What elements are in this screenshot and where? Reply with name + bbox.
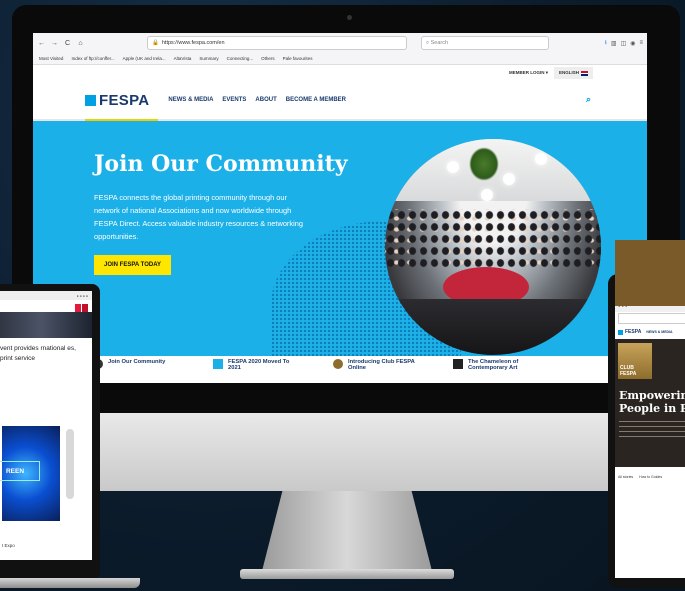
home-icon[interactable]: ⌂ <box>76 40 85 47</box>
laptop-promo-button[interactable]: REEN <box>0 461 40 481</box>
laptop-nav-pill[interactable] <box>82 304 88 312</box>
tablet-hero-text <box>619 421 685 441</box>
sidebar-icon[interactable]: ◫ <box>621 40 627 47</box>
bookmark-item[interactable]: Index of ftp://conffer... <box>71 56 114 61</box>
laptop-scrollbar[interactable] <box>66 429 74 499</box>
search-placeholder: Search <box>430 40 449 46</box>
menu-item-about[interactable]: ABOUT <box>255 97 276 103</box>
teaser-item[interactable]: Introducing Club FESPA Online <box>333 359 417 381</box>
address-bar[interactable]: 🔒 https://www.fespa.com/en <box>147 36 407 50</box>
tablet-address-bar[interactable] <box>618 313 685 324</box>
tablet-tab[interactable]: How to Guides <box>639 475 662 493</box>
forward-icon[interactable]: → <box>50 40 59 47</box>
reload-icon[interactable]: C <box>63 40 72 47</box>
bookmark-item[interactable]: Connecting... <box>227 56 254 61</box>
photo-lamp <box>535 153 547 165</box>
logo-square-icon <box>85 94 96 106</box>
bookmark-item[interactable]: Others <box>261 56 275 61</box>
imac-stand-base <box>240 569 454 579</box>
search-input[interactable]: ⌕ Search <box>421 36 549 50</box>
teaser-title: The Chameleon of Contemporary Art <box>468 359 519 371</box>
url-text: https://www.fespa.com/en <box>161 40 225 46</box>
bookmark-item[interactable]: AltaVista <box>174 56 192 61</box>
bookmark-item[interactable]: Pale favourites <box>283 56 313 61</box>
member-login-link[interactable]: MEMBER LOGIN ▾ <box>509 70 548 76</box>
teaser-thumb <box>213 359 223 369</box>
laptop-screen: ● ● ● ● vent provides rnational es, prin… <box>0 291 92 560</box>
teaser-item[interactable]: FESPA 2020 Moved To 2021 <box>213 359 297 381</box>
teaser-title: Introducing Club FESPA Online <box>348 359 415 371</box>
bookmark-item[interactable]: Apple (UK and Irela... <box>123 56 166 61</box>
tablet-menu-item[interactable]: NEWS & MEDIA <box>646 330 672 334</box>
tablet-tabs: All stories How to Guides <box>615 467 685 493</box>
main-menu: NEWS & MEDIA EVENTS ABOUT BECOME A MEMBE… <box>168 97 346 103</box>
photo-lamp <box>481 189 493 201</box>
logo-text: FESPA <box>99 91 150 109</box>
imac-chin <box>12 413 680 491</box>
tablet-hero-title: Empowering People in Pr <box>619 389 685 415</box>
join-fespa-button[interactable]: JOIN FESPA TODAY <box>94 255 172 275</box>
tablet-title-line: Empowering <box>619 389 685 402</box>
photo-foreground <box>385 299 601 355</box>
bookmark-item[interactable]: Most Visited <box>39 56 63 61</box>
laptop-base <box>0 578 140 588</box>
laptop-text: vent provides rnational es, print servic… <box>0 345 76 362</box>
library-icon[interactable]: ▥ <box>611 40 617 47</box>
uk-flag-icon <box>581 70 588 76</box>
desktop-browser: ← → C ⌂ 🔒 https://www.fespa.com/en ⌕ Sea… <box>33 33 647 383</box>
teaser-thumb <box>333 359 343 369</box>
tablet: ● ● ● FESPA NEWS & MEDIA CLUB FESPA Empo… <box>608 274 685 588</box>
menu-item-news-media[interactable]: NEWS & MEDIA <box>168 97 213 103</box>
back-icon[interactable]: ← <box>37 40 46 47</box>
fespa-logo[interactable]: FESPA <box>85 92 149 109</box>
language-label: ENGLISH <box>558 70 579 76</box>
tablet-logo[interactable]: FESPA <box>625 329 641 335</box>
photo-plant <box>469 147 499 181</box>
laptop: ● ● ● ● vent provides rnational es, prin… <box>0 284 100 580</box>
tablet-hero: CLUB FESPA Empowering People in Pr <box>615 339 685 467</box>
site-header: FESPA NEWS & MEDIA EVENTS ABOUT BECOME A… <box>33 81 647 121</box>
download-icon[interactable]: ⭳ <box>605 38 607 48</box>
language-selector[interactable]: ENGLISH <box>553 67 593 79</box>
camera-icon <box>347 15 352 20</box>
event-photo <box>385 139 601 355</box>
menu-item-events[interactable]: EVENTS <box>222 97 246 103</box>
tablet-gold-card <box>615 240 685 306</box>
logo-square-icon <box>618 329 623 335</box>
site-search-icon[interactable]: ⌕ <box>586 94 591 105</box>
teaser-title: FESPA 2020 Moved To 2021 <box>228 359 290 371</box>
tablet-screen: ● ● ● FESPA NEWS & MEDIA CLUB FESPA Empo… <box>615 300 685 578</box>
lock-icon: 🔒 <box>152 40 159 46</box>
tablet-tab[interactable]: All stories <box>618 475 633 493</box>
club-fespa-badge: CLUB FESPA <box>618 343 652 379</box>
account-icon[interactable]: ◉ <box>630 40 635 47</box>
laptop-nav-pill[interactable] <box>75 304 81 312</box>
photo-crowd <box>385 209 601 269</box>
menu-icon[interactable]: ≡ <box>639 40 643 46</box>
browser-toolbar: ← → C ⌂ 🔒 https://www.fespa.com/en ⌕ Sea… <box>33 33 647 53</box>
hero-text: FESPA connects the global printing commu… <box>94 193 303 241</box>
utility-bar: MEMBER LOGIN ▾ ENGLISH <box>33 65 647 81</box>
teaser-item[interactable]: The Chameleon of Contemporary Art <box>453 359 537 381</box>
imac-stand <box>262 491 432 571</box>
teaser-thumb <box>453 359 463 369</box>
laptop-nav <box>0 304 92 312</box>
photo-lamp <box>447 161 459 173</box>
teaser-item[interactable]: Join Our Community <box>93 359 177 381</box>
tablet-header: FESPA NEWS & MEDIA <box>615 325 685 339</box>
hero-title: Join Our Community <box>94 151 348 177</box>
laptop-hero-image <box>0 312 92 338</box>
teaser-title: Join Our Community <box>108 359 166 365</box>
laptop-footer-text: t Expo <box>2 543 15 548</box>
laptop-browser-toolbar: ● ● ● ● <box>0 291 92 300</box>
bookmark-item[interactable]: Summary <box>199 56 218 61</box>
teaser-row: Join Our Community FESPA 2020 Moved To 2… <box>33 356 647 383</box>
photo-lamp <box>503 173 515 185</box>
tablet-title-line: People in Pr <box>619 402 685 415</box>
menu-item-become-member[interactable]: BECOME A MEMBER <box>286 97 346 103</box>
hero-section: Join Our Community FESPA connects the gl… <box>33 121 647 356</box>
bookmarks-bar: Most Visited Index of ftp://conffer... A… <box>33 53 647 65</box>
